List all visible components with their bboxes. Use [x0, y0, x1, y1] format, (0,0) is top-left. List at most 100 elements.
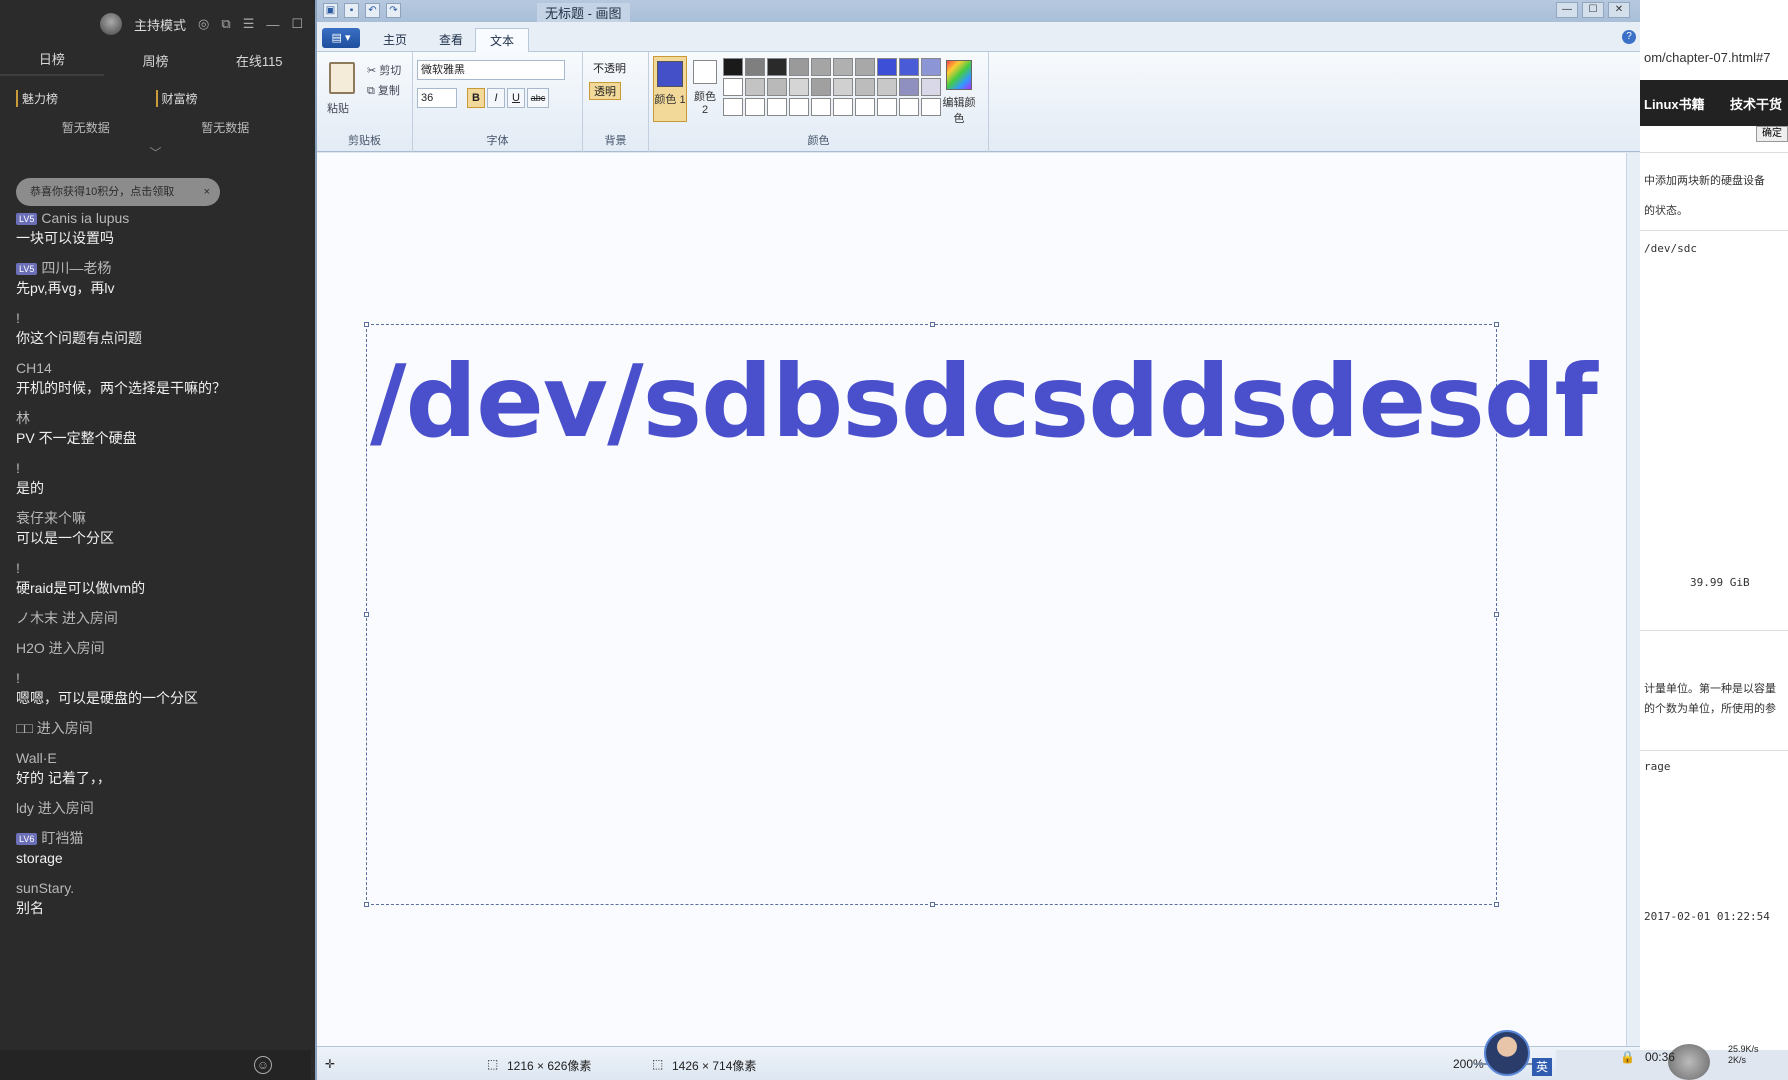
resize-handle[interactable]: [930, 902, 935, 907]
palette-swatch[interactable]: [745, 78, 765, 96]
resize-handle[interactable]: [364, 902, 369, 907]
cut-button[interactable]: ✂ 剪切: [367, 62, 401, 78]
palette-swatch[interactable]: [745, 98, 765, 116]
save-icon[interactable]: ▪: [344, 3, 359, 18]
ime-indicator[interactable]: 英: [1532, 1058, 1552, 1076]
palette-swatch[interactable]: [789, 58, 809, 76]
app-icon[interactable]: ▣: [323, 3, 338, 18]
wealth-rank-title[interactable]: 财富榜: [155, 90, 296, 107]
palette-swatch[interactable]: [899, 78, 919, 96]
transparent-option[interactable]: 透明: [589, 82, 621, 100]
resize-handle[interactable]: [1494, 902, 1499, 907]
palette-swatch[interactable]: [899, 58, 919, 76]
palette-swatch[interactable]: [899, 98, 919, 116]
copy-button[interactable]: ⧉ 复制: [367, 82, 400, 98]
close-icon[interactable]: ×: [204, 178, 210, 206]
tab-home[interactable]: 主页: [369, 28, 421, 52]
emoji-icon[interactable]: ☺: [254, 1056, 272, 1074]
minimize-icon[interactable]: —: [266, 17, 279, 32]
palette-swatch[interactable]: [811, 78, 831, 96]
strikethrough-button[interactable]: abc: [527, 88, 549, 108]
vertical-scrollbar[interactable]: [1626, 153, 1640, 1046]
host-mode-label[interactable]: 主持模式: [134, 15, 186, 34]
palette-swatch[interactable]: [767, 58, 787, 76]
palette-swatch[interactable]: [723, 78, 743, 96]
settings-icon[interactable]: ◎: [198, 16, 209, 32]
file-menu-button[interactable]: ▤ ▾: [322, 28, 360, 48]
undo-icon[interactable]: ↶: [365, 3, 380, 18]
collapse-chevron-icon[interactable]: ﹀: [0, 144, 311, 161]
chat-username[interactable]: !: [16, 458, 296, 478]
palette-swatch[interactable]: [811, 58, 831, 76]
tab-daily[interactable]: 日榜: [0, 49, 104, 76]
confirm-button[interactable]: 确定: [1756, 126, 1788, 142]
edit-colors-button[interactable]: 编辑颜色: [939, 60, 979, 126]
palette-swatch[interactable]: [811, 98, 831, 116]
resize-handle[interactable]: [364, 612, 369, 617]
font-size-select[interactable]: 36: [417, 88, 457, 108]
palette-swatch[interactable]: [855, 98, 875, 116]
tab-view[interactable]: 查看: [425, 28, 477, 52]
menu-icon[interactable]: ☰: [243, 16, 255, 32]
palette-swatch[interactable]: [723, 98, 743, 116]
palette-swatch[interactable]: [877, 78, 897, 96]
palette-swatch[interactable]: [789, 78, 809, 96]
opaque-option[interactable]: 不透明: [589, 60, 630, 78]
popout-icon[interactable]: ⧉: [221, 16, 230, 32]
drawing-canvas[interactable]: /dev/sdbsdcsddsdesdf: [317, 153, 1626, 1046]
lock-icon[interactable]: 🔒: [1620, 1050, 1635, 1064]
palette-swatch[interactable]: [921, 78, 941, 96]
tab-online[interactable]: 在线115: [207, 51, 311, 76]
reward-notice[interactable]: 恭喜你获得10积分，点击领取 ×: [16, 178, 220, 206]
chat-username[interactable]: LV6 盯裆猫: [16, 828, 296, 848]
chat-username[interactable]: sunStary.: [16, 878, 296, 898]
paste-button[interactable]: 粘贴: [327, 100, 349, 116]
resize-handle[interactable]: [930, 322, 935, 327]
chat-username[interactable]: 林: [16, 408, 296, 428]
resize-handle[interactable]: [1494, 322, 1499, 327]
bold-button[interactable]: B: [467, 88, 485, 108]
palette-swatch[interactable]: [877, 58, 897, 76]
chat-username[interactable]: Wall·E: [16, 748, 296, 768]
palette-swatch[interactable]: [767, 98, 787, 116]
chat-username[interactable]: 衰仔来个嘛: [16, 508, 296, 528]
palette-swatch[interactable]: [833, 78, 853, 96]
paste-icon[interactable]: [329, 62, 355, 94]
chat-username[interactable]: !: [16, 308, 296, 328]
nav-item-linux-books[interactable]: Linux书籍: [1644, 94, 1705, 113]
color1-button[interactable]: 颜色 1: [653, 56, 687, 122]
palette-swatch[interactable]: [789, 98, 809, 116]
palette-swatch[interactable]: [723, 58, 743, 76]
maximize-icon[interactable]: ☐: [291, 16, 303, 32]
color2-button[interactable]: [693, 60, 717, 84]
close-icon[interactable]: ✕: [1608, 2, 1630, 18]
tab-text[interactable]: 文本: [475, 28, 530, 52]
palette-swatch[interactable]: [833, 58, 853, 76]
resize-handle[interactable]: [364, 322, 369, 327]
underline-button[interactable]: U: [507, 88, 525, 108]
nav-item-tech[interactable]: 技术干货: [1730, 94, 1782, 113]
font-family-select[interactable]: 微软雅黑: [417, 60, 565, 80]
palette-swatch[interactable]: [767, 78, 787, 96]
url-text[interactable]: om/chapter-07.html#7: [1644, 50, 1770, 65]
chat-username[interactable]: CH14: [16, 358, 296, 378]
chat-username[interactable]: LV5 四川—老杨: [16, 258, 296, 278]
tab-weekly[interactable]: 周榜: [104, 51, 208, 76]
chat-username[interactable]: !: [16, 668, 296, 688]
maximize-icon[interactable]: ☐: [1582, 2, 1604, 18]
palette-swatch[interactable]: [855, 78, 875, 96]
help-icon[interactable]: ?: [1622, 30, 1636, 44]
minimize-icon[interactable]: —: [1556, 2, 1578, 18]
italic-button[interactable]: I: [487, 88, 505, 108]
palette-swatch[interactable]: [921, 58, 941, 76]
charm-rank-title[interactable]: 魅力榜: [16, 90, 156, 107]
canvas-text[interactable]: /dev/sdbsdcsddsdesdf: [370, 343, 1598, 460]
chat-username[interactable]: !: [16, 558, 296, 578]
chat-username[interactable]: LV5 Canis ia lupus: [16, 208, 296, 228]
palette-swatch[interactable]: [833, 98, 853, 116]
palette-swatch[interactable]: [877, 98, 897, 116]
palette-swatch[interactable]: [745, 58, 765, 76]
redo-icon[interactable]: ↷: [386, 3, 401, 18]
resize-handle[interactable]: [1494, 612, 1499, 617]
palette-swatch[interactable]: [855, 58, 875, 76]
